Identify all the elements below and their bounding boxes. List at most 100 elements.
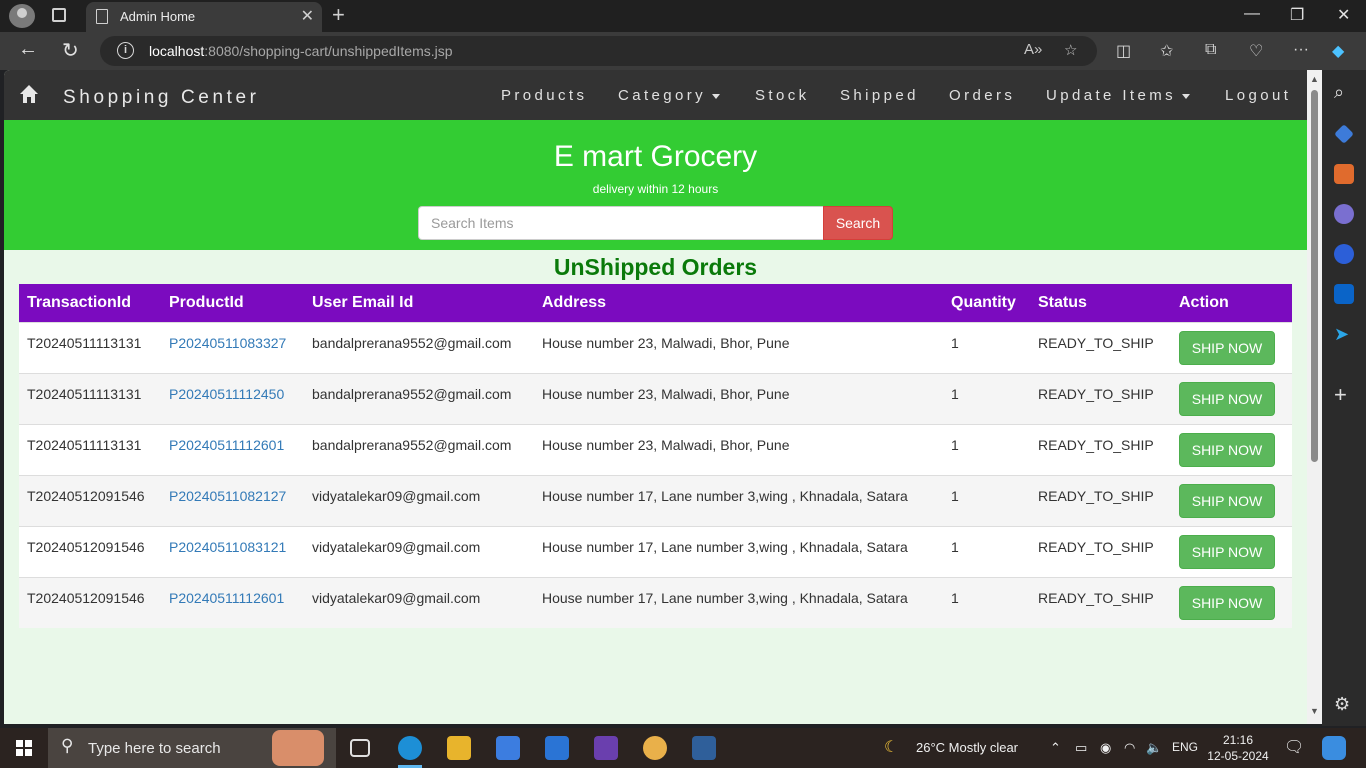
- product-id-cell: P20240511083121: [161, 525, 304, 577]
- table-row: T20240512091546 P20240511082127 vidyatal…: [19, 474, 1292, 526]
- add-sidebar-app-icon[interactable]: +: [1334, 384, 1354, 406]
- page-icon: [96, 9, 108, 24]
- outlook-icon[interactable]: [1334, 284, 1354, 304]
- ship-now-button[interactable]: SHIP NOW: [1179, 585, 1275, 620]
- brand-title[interactable]: Shopping Center: [63, 87, 260, 109]
- search-input[interactable]: [418, 206, 823, 240]
- refresh-icon[interactable]: ↻: [62, 38, 79, 63]
- favorite-star-icon[interactable]: ☆: [1064, 41, 1077, 59]
- weather-text[interactable]: 26°C Mostly clear: [916, 740, 1018, 755]
- copilot-taskbar-icon[interactable]: [1322, 736, 1346, 760]
- battery-icon[interactable]: ▭: [1075, 740, 1087, 756]
- tab-actions-icon[interactable]: [52, 8, 66, 22]
- url-text[interactable]: localhost:8080/shopping-cart/unshippedIt…: [149, 43, 453, 59]
- table-row: T20240512091546 P20240511112601 vidyatal…: [19, 576, 1292, 628]
- mail-icon[interactable]: [545, 736, 569, 760]
- split-screen-icon[interactable]: ◫: [1116, 41, 1131, 61]
- wifi-icon[interactable]: ◠: [1124, 740, 1135, 756]
- windows-start-icon[interactable]: [16, 740, 32, 756]
- xampp-icon[interactable]: [594, 736, 618, 760]
- collections-icon[interactable]: ⧉: [1205, 41, 1216, 59]
- table-row: T20240511113131 P20240511112601 bandalpr…: [19, 423, 1292, 475]
- product-link[interactable]: P20240511112601: [169, 590, 284, 606]
- volume-icon[interactable]: 🔈: [1146, 740, 1162, 756]
- ship-now-button[interactable]: SHIP NOW: [1179, 483, 1275, 518]
- taskbar-search[interactable]: ⚲ Type here to search: [48, 728, 336, 768]
- product-link[interactable]: P20240511082127: [169, 488, 286, 504]
- windows-logo-pane: [16, 749, 23, 756]
- performance-icon[interactable]: ♡: [1249, 41, 1263, 61]
- profile-icon[interactable]: [9, 4, 35, 28]
- ship-now-button[interactable]: SHIP NOW: [1179, 432, 1275, 467]
- ship-now-button[interactable]: SHIP NOW: [1179, 381, 1275, 416]
- back-icon[interactable]: ←: [18, 38, 38, 61]
- product-link[interactable]: P20240511112601: [169, 437, 284, 453]
- close-window-icon[interactable]: ✕: [1337, 5, 1350, 25]
- sidebar-search-icon[interactable]: ⌕: [1334, 82, 1354, 102]
- ship-now-button[interactable]: SHIP NOW: [1179, 330, 1275, 365]
- site-info-icon[interactable]: i: [117, 42, 134, 59]
- tab-title: Admin Home: [120, 9, 196, 24]
- page-scrollbar[interactable]: ▲ ▼: [1307, 70, 1322, 724]
- product-id-cell: P20240511082127: [161, 474, 304, 526]
- address-cell: House number 23, Malwadi, Bhor, Pune: [534, 321, 943, 373]
- mysql-workbench-icon[interactable]: [692, 736, 716, 760]
- browser-tab[interactable]: Admin Home ✕: [86, 2, 322, 32]
- scroll-down-icon[interactable]: ▼: [1310, 706, 1319, 716]
- favorites-icon[interactable]: ✩: [1160, 41, 1173, 61]
- windows-logo-pane: [25, 749, 32, 756]
- caret-down-icon: [1182, 93, 1191, 99]
- taskbar-search-text: Type here to search: [88, 740, 221, 757]
- store-subtitle: delivery within 12 hours: [592, 182, 719, 196]
- show-hidden-icons[interactable]: ⌃: [1050, 740, 1061, 756]
- clock[interactable]: 21:16 12-05-2024: [1206, 732, 1270, 764]
- search-button[interactable]: Search: [823, 206, 893, 240]
- home-icon[interactable]: [19, 84, 39, 104]
- edge-sidebar: ⌕ ➤ + ⚙: [1322, 70, 1366, 726]
- action-cell: SHIP NOW: [1171, 423, 1292, 475]
- close-tab-icon[interactable]: ✕: [301, 6, 314, 26]
- scroll-up-icon[interactable]: ▲: [1310, 74, 1319, 84]
- more-menu-icon[interactable]: ···: [1293, 41, 1309, 59]
- paint-icon[interactable]: [643, 736, 667, 760]
- status-cell: READY_TO_SHIP: [1030, 423, 1171, 475]
- read-aloud-icon[interactable]: A»: [1024, 41, 1042, 58]
- email-cell: vidyatalekar09@gmail.com: [304, 474, 534, 526]
- people-icon[interactable]: [1334, 204, 1354, 224]
- jumbotron: E mart Grocery delivery within 12 hours …: [4, 120, 1307, 250]
- edge-browser-icon[interactable]: [398, 736, 422, 760]
- nav-update-items[interactable]: Update Items: [1046, 87, 1191, 104]
- settings-gear-icon[interactable]: ⚙: [1334, 694, 1354, 714]
- windows-taskbar: ⚲ Type here to search ☾ 26°C Mostly clea…: [0, 728, 1366, 768]
- nav-orders[interactable]: Orders: [949, 87, 1015, 104]
- col-transaction-id: TransactionId: [19, 284, 161, 322]
- nav-stock[interactable]: Stock: [755, 87, 810, 104]
- microsoft-store-icon[interactable]: [496, 736, 520, 760]
- task-view-icon[interactable]: [350, 739, 370, 757]
- notifications-icon[interactable]: 🗨: [1284, 737, 1304, 757]
- scrollbar-thumb[interactable]: [1311, 90, 1318, 462]
- shopping-tag-icon[interactable]: [1334, 124, 1354, 144]
- action-cell: SHIP NOW: [1171, 321, 1292, 373]
- product-link[interactable]: P20240511112450: [169, 386, 284, 402]
- nav-category[interactable]: Category: [618, 87, 721, 104]
- new-tab-icon[interactable]: +: [332, 2, 345, 28]
- product-link[interactable]: P20240511083121: [169, 539, 286, 555]
- file-explorer-icon[interactable]: [447, 736, 471, 760]
- address-cell: House number 23, Malwadi, Bhor, Pune: [534, 423, 943, 475]
- nav-category-label: Category: [618, 87, 707, 104]
- minimize-icon[interactable]: —: [1244, 5, 1260, 23]
- product-link[interactable]: P20240511083327: [169, 335, 286, 351]
- language-indicator[interactable]: ENG: [1172, 740, 1198, 754]
- nav-products[interactable]: Products: [501, 87, 587, 104]
- ship-now-button[interactable]: SHIP NOW: [1179, 534, 1275, 569]
- restore-icon[interactable]: ❐: [1290, 5, 1304, 25]
- send-icon[interactable]: ➤: [1334, 324, 1354, 344]
- nav-logout[interactable]: Logout: [1225, 87, 1291, 104]
- office-icon[interactable]: [1334, 244, 1354, 264]
- copilot-icon[interactable]: ◆: [1332, 41, 1344, 61]
- tools-icon[interactable]: [1334, 164, 1354, 184]
- camera-icon[interactable]: ◉: [1100, 740, 1111, 756]
- nav-shipped[interactable]: Shipped: [840, 87, 919, 104]
- url-bar[interactable]: i localhost:8080/shopping-cart/unshipped…: [100, 36, 1097, 66]
